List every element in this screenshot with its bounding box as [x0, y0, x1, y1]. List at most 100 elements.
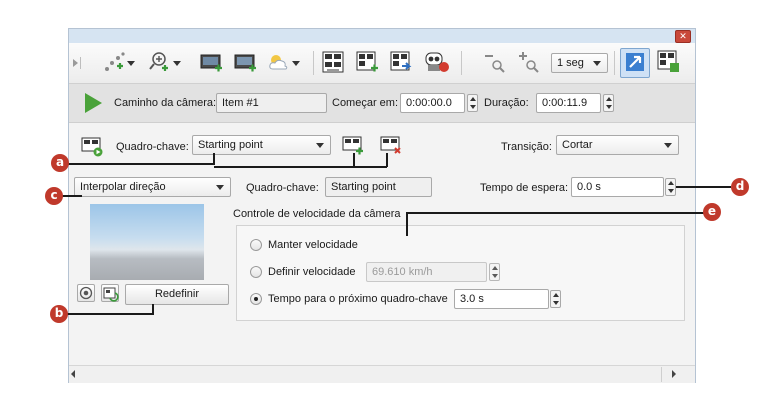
delete-keyframe-button[interactable] [380, 136, 404, 159]
reset-button[interactable]: Redefinir [125, 284, 229, 305]
duration-label: Duração: [484, 97, 529, 109]
keyframe-name-field[interactable]: Starting point [325, 177, 432, 197]
toolbar-divider [614, 51, 615, 75]
add-node-path-icon [103, 51, 125, 76]
keyframe-select[interactable]: Starting point [192, 135, 331, 155]
keyframe-play-icon[interactable] [81, 137, 105, 160]
camera-path-label: Caminho da câmera: [114, 97, 217, 109]
callout-e: e [703, 203, 721, 221]
start-time-field[interactable]: 0:00:00.0 [400, 93, 465, 113]
camera-path-field[interactable]: Item #1 [216, 93, 327, 113]
record-camera-button[interactable] [424, 49, 450, 77]
keyframe-name-label: Quadro-chave: [246, 182, 319, 194]
define-speed-field[interactable]: 69.610 km/h [366, 262, 487, 282]
keyframe-grid-icon [322, 51, 344, 76]
zoom-in-button[interactable] [517, 49, 539, 77]
snapshot-button[interactable] [101, 284, 119, 302]
define-speed-spinner[interactable] [489, 263, 500, 281]
zoom-in-dropdown-icon [149, 51, 171, 76]
keyframe-next-button[interactable] [390, 49, 414, 77]
add-camera-screen-button[interactable] [200, 49, 224, 77]
callout-e-line [406, 212, 708, 214]
keyframe-add-button[interactable] [356, 49, 380, 77]
snapshot-icon [103, 287, 119, 302]
time-to-next-field[interactable]: 3.0 s [454, 289, 549, 309]
start-label: Começar em: [332, 97, 399, 109]
target-icon [79, 286, 93, 300]
camera-path-panel: ✕ 1 seg Caminho da câmera: Item #1 Começ… [68, 28, 696, 383]
callout-d-line [676, 186, 731, 188]
keyframe-add-icon [356, 51, 380, 76]
wait-time-field[interactable]: 0.0 s [571, 177, 664, 197]
chevron-down-icon [292, 60, 300, 66]
weather-cloud-icon [268, 52, 290, 75]
zoom-camera-button[interactable] [149, 49, 181, 77]
play-icon [85, 93, 102, 113]
camera-preview-thumbnail [90, 204, 204, 280]
chevron-down-icon [216, 185, 224, 190]
keyframe-label: Quadro-chave: [116, 141, 189, 153]
keep-speed-radio[interactable] [250, 239, 262, 251]
define-speed-radio[interactable] [250, 266, 262, 278]
callout-a-line [213, 153, 215, 165]
callout-b-line [152, 304, 154, 315]
callout-e-line [406, 212, 408, 236]
expand-arrow-icon[interactable] [71, 49, 83, 77]
chevron-down-icon [127, 60, 135, 66]
target-button[interactable] [77, 284, 95, 302]
table-grid-icon [657, 50, 681, 77]
record-camera-icon [424, 51, 450, 76]
callout-a: a [51, 154, 69, 172]
speed-group-title: Controle de velocidade da câmera [233, 208, 401, 220]
play-button[interactable] [83, 92, 103, 117]
duration-spinner[interactable] [603, 94, 614, 112]
start-time-spinner[interactable] [467, 94, 478, 112]
zoom-in-small-icon [517, 51, 539, 76]
keep-speed-label: Manter velocidade [268, 239, 358, 251]
zoom-out-button[interactable] [483, 49, 505, 77]
callout-b-line [62, 313, 154, 315]
duration-field[interactable]: 0:00:11.9 [536, 93, 601, 113]
title-bar: ✕ [69, 29, 695, 43]
chevron-down-icon [664, 143, 672, 148]
callout-d: d [731, 178, 749, 196]
transition-select[interactable]: Cortar [556, 135, 679, 155]
callout-a-line [214, 166, 354, 168]
keyframe-next-icon [390, 51, 414, 76]
camera-screen-icon [234, 52, 258, 75]
link-edit-toggle[interactable] [620, 48, 650, 78]
scroll-left-arrow[interactable] [71, 370, 75, 378]
wait-time-label: Tempo de espera: [480, 182, 569, 194]
time-to-next-spinner[interactable] [550, 290, 561, 308]
link-edit-icon [624, 51, 646, 76]
transition-select-value: Cortar [562, 139, 593, 151]
callout-a-line [67, 163, 214, 165]
toolbar: 1 seg [69, 43, 695, 84]
wait-time-spinner[interactable] [665, 178, 676, 196]
close-button[interactable]: ✕ [675, 30, 691, 43]
toolbar-divider [461, 51, 462, 75]
time-zoom-value: 1 seg [557, 57, 584, 69]
scroll-right-arrow[interactable] [672, 370, 676, 378]
add-node-path-button[interactable] [103, 49, 135, 77]
callout-a-line [354, 166, 387, 168]
weather-button[interactable] [268, 49, 300, 77]
horizontal-scrollbar[interactable] [69, 365, 695, 383]
table-grid-button[interactable] [657, 49, 681, 77]
chevron-down-icon [316, 143, 324, 148]
camera-screen-button[interactable] [234, 49, 258, 77]
time-to-next-label: Tempo para o próximo quadro-chave [268, 293, 448, 305]
chevron-down-icon [173, 60, 181, 66]
callout-c-line [62, 195, 82, 197]
direction-select-value: Interpolar direção [80, 181, 166, 193]
zoom-out-icon [483, 51, 505, 76]
time-zoom-select[interactable]: 1 seg [551, 53, 608, 73]
keyframe-grid-button[interactable] [322, 49, 344, 77]
define-speed-label: Definir velocidade [268, 266, 356, 278]
direction-select[interactable]: Interpolar direção [74, 177, 231, 197]
keyframe-delete-icon [380, 136, 401, 154]
transition-label: Transição: [501, 141, 552, 153]
time-to-next-radio[interactable] [250, 293, 262, 305]
keyframe-select-value: Starting point [198, 139, 263, 151]
camera-path-row: Caminho da câmera: Item #1 Começar em: 0… [69, 84, 695, 123]
